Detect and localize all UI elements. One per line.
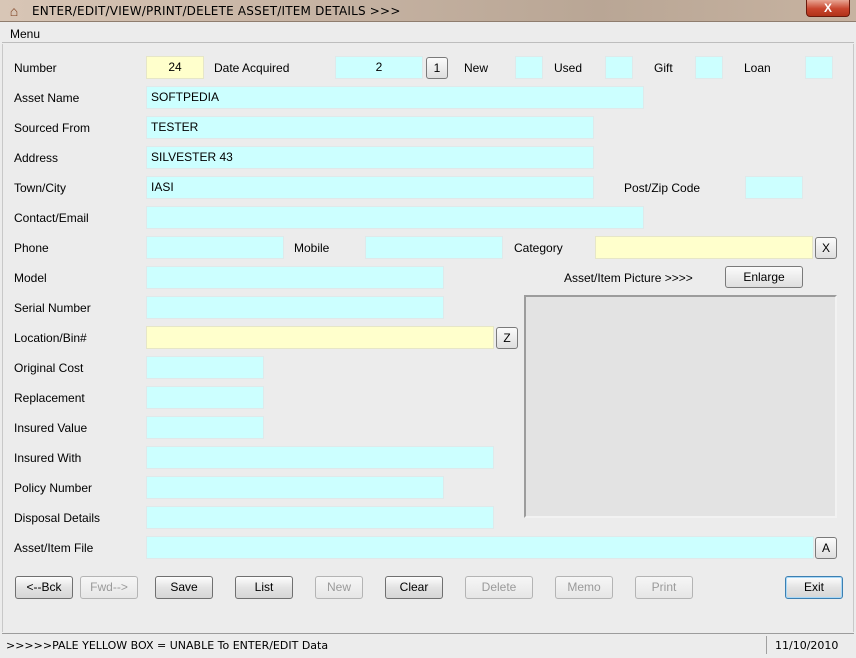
status-date: 11/10/2010 [775,639,839,652]
title-bar[interactable]: ⌂ ENTER/EDIT/VIEW/PRINT/DELETE ASSET/ITE… [0,0,856,22]
asset-name-field[interactable]: SOFTPEDIA [146,86,644,109]
asset-picture-box[interactable] [524,295,837,518]
original-cost-label: Original Cost [14,361,84,375]
asset-file-field[interactable] [146,536,814,559]
replacement-field[interactable] [146,386,264,409]
insured-value-label: Insured Value [14,421,88,435]
contact-email-field[interactable] [146,206,644,229]
contact-email-label: Contact/Email [14,211,89,225]
menu-item-menu[interactable]: Menu [10,27,40,41]
house-icon: ⌂ [9,3,19,19]
disposal-details-field[interactable] [146,506,494,529]
number-label: Number [14,61,57,75]
close-button[interactable]: X [806,0,850,17]
print-button[interactable]: Print [635,576,693,599]
town-city-field[interactable]: IASI [146,176,594,199]
delete-button[interactable]: Delete [465,576,533,599]
address-field[interactable]: SILVESTER 43 [146,146,594,169]
asset-file-label: Asset/Item File [14,541,94,555]
location-bin-label: Location/Bin# [14,331,87,345]
model-field[interactable] [146,266,444,289]
asset-picture-label: Asset/Item Picture >>>> [564,271,693,285]
serial-number-field[interactable] [146,296,444,319]
new-label: New [464,61,489,75]
insured-value-field[interactable] [146,416,264,439]
serial-number-label: Serial Number [14,301,91,315]
insured-with-field[interactable] [146,446,494,469]
post-zip-label: Post/Zip Code [624,181,701,195]
policy-number-label: Policy Number [14,481,93,495]
used-field[interactable] [605,56,633,79]
phone-field[interactable] [146,236,284,259]
window-title: ENTER/EDIT/VIEW/PRINT/DELETE ASSET/ITEM … [32,4,401,18]
exit-button[interactable]: Exit [785,576,843,599]
category-field [595,236,813,259]
category-clear-button[interactable]: X [815,237,837,259]
policy-number-field[interactable] [146,476,444,499]
date-picker-button[interactable]: 1 [426,57,448,79]
date-acquired-label: Date Acquired [214,61,290,75]
status-divider [766,636,767,654]
post-zip-field[interactable] [745,176,803,199]
status-bar: >>>>>PALE YELLOW BOX = UNABLE To ENTER/E… [2,633,854,656]
asset-name-label: Asset Name [14,91,80,105]
number-field: 24 [146,56,204,79]
loan-field[interactable] [805,56,833,79]
gift-label: Gift [654,61,673,75]
location-clear-button[interactable]: Z [496,327,518,349]
memo-button[interactable]: Memo [555,576,613,599]
address-label: Address [14,151,59,165]
mobile-field[interactable] [365,236,503,259]
date-acquired-field[interactable]: 2 [335,56,423,79]
sourced-from-label: Sourced From [14,121,91,135]
save-button[interactable]: Save [155,576,213,599]
model-label: Model [14,271,47,285]
new-button[interactable]: New [315,576,363,599]
sourced-from-field[interactable]: TESTER [146,116,594,139]
town-city-label: Town/City [14,181,67,195]
asset-form: Number 24 Date Acquired 2 1 New Used Gif… [2,44,854,632]
enlarge-button[interactable]: Enlarge [725,266,803,288]
location-bin-field [146,326,494,349]
new-field[interactable] [515,56,543,79]
disposal-details-label: Disposal Details [14,511,101,525]
menu-bar: Menu [2,25,854,43]
clear-button[interactable]: Clear [385,576,443,599]
file-browse-button[interactable]: A [815,537,837,559]
mobile-label: Mobile [294,241,330,255]
phone-label: Phone [14,241,49,255]
gift-field[interactable] [695,56,723,79]
insured-with-label: Insured With [14,451,82,465]
back-button[interactable]: <--Bck [15,576,73,599]
forward-button[interactable]: Fwd--> [80,576,138,599]
status-message: >>>>>PALE YELLOW BOX = UNABLE To ENTER/E… [6,639,329,652]
replacement-label: Replacement [14,391,85,405]
used-label: Used [554,61,583,75]
list-button[interactable]: List [235,576,293,599]
category-label: Category [514,241,563,255]
original-cost-field[interactable] [146,356,264,379]
loan-label: Loan [744,61,771,75]
